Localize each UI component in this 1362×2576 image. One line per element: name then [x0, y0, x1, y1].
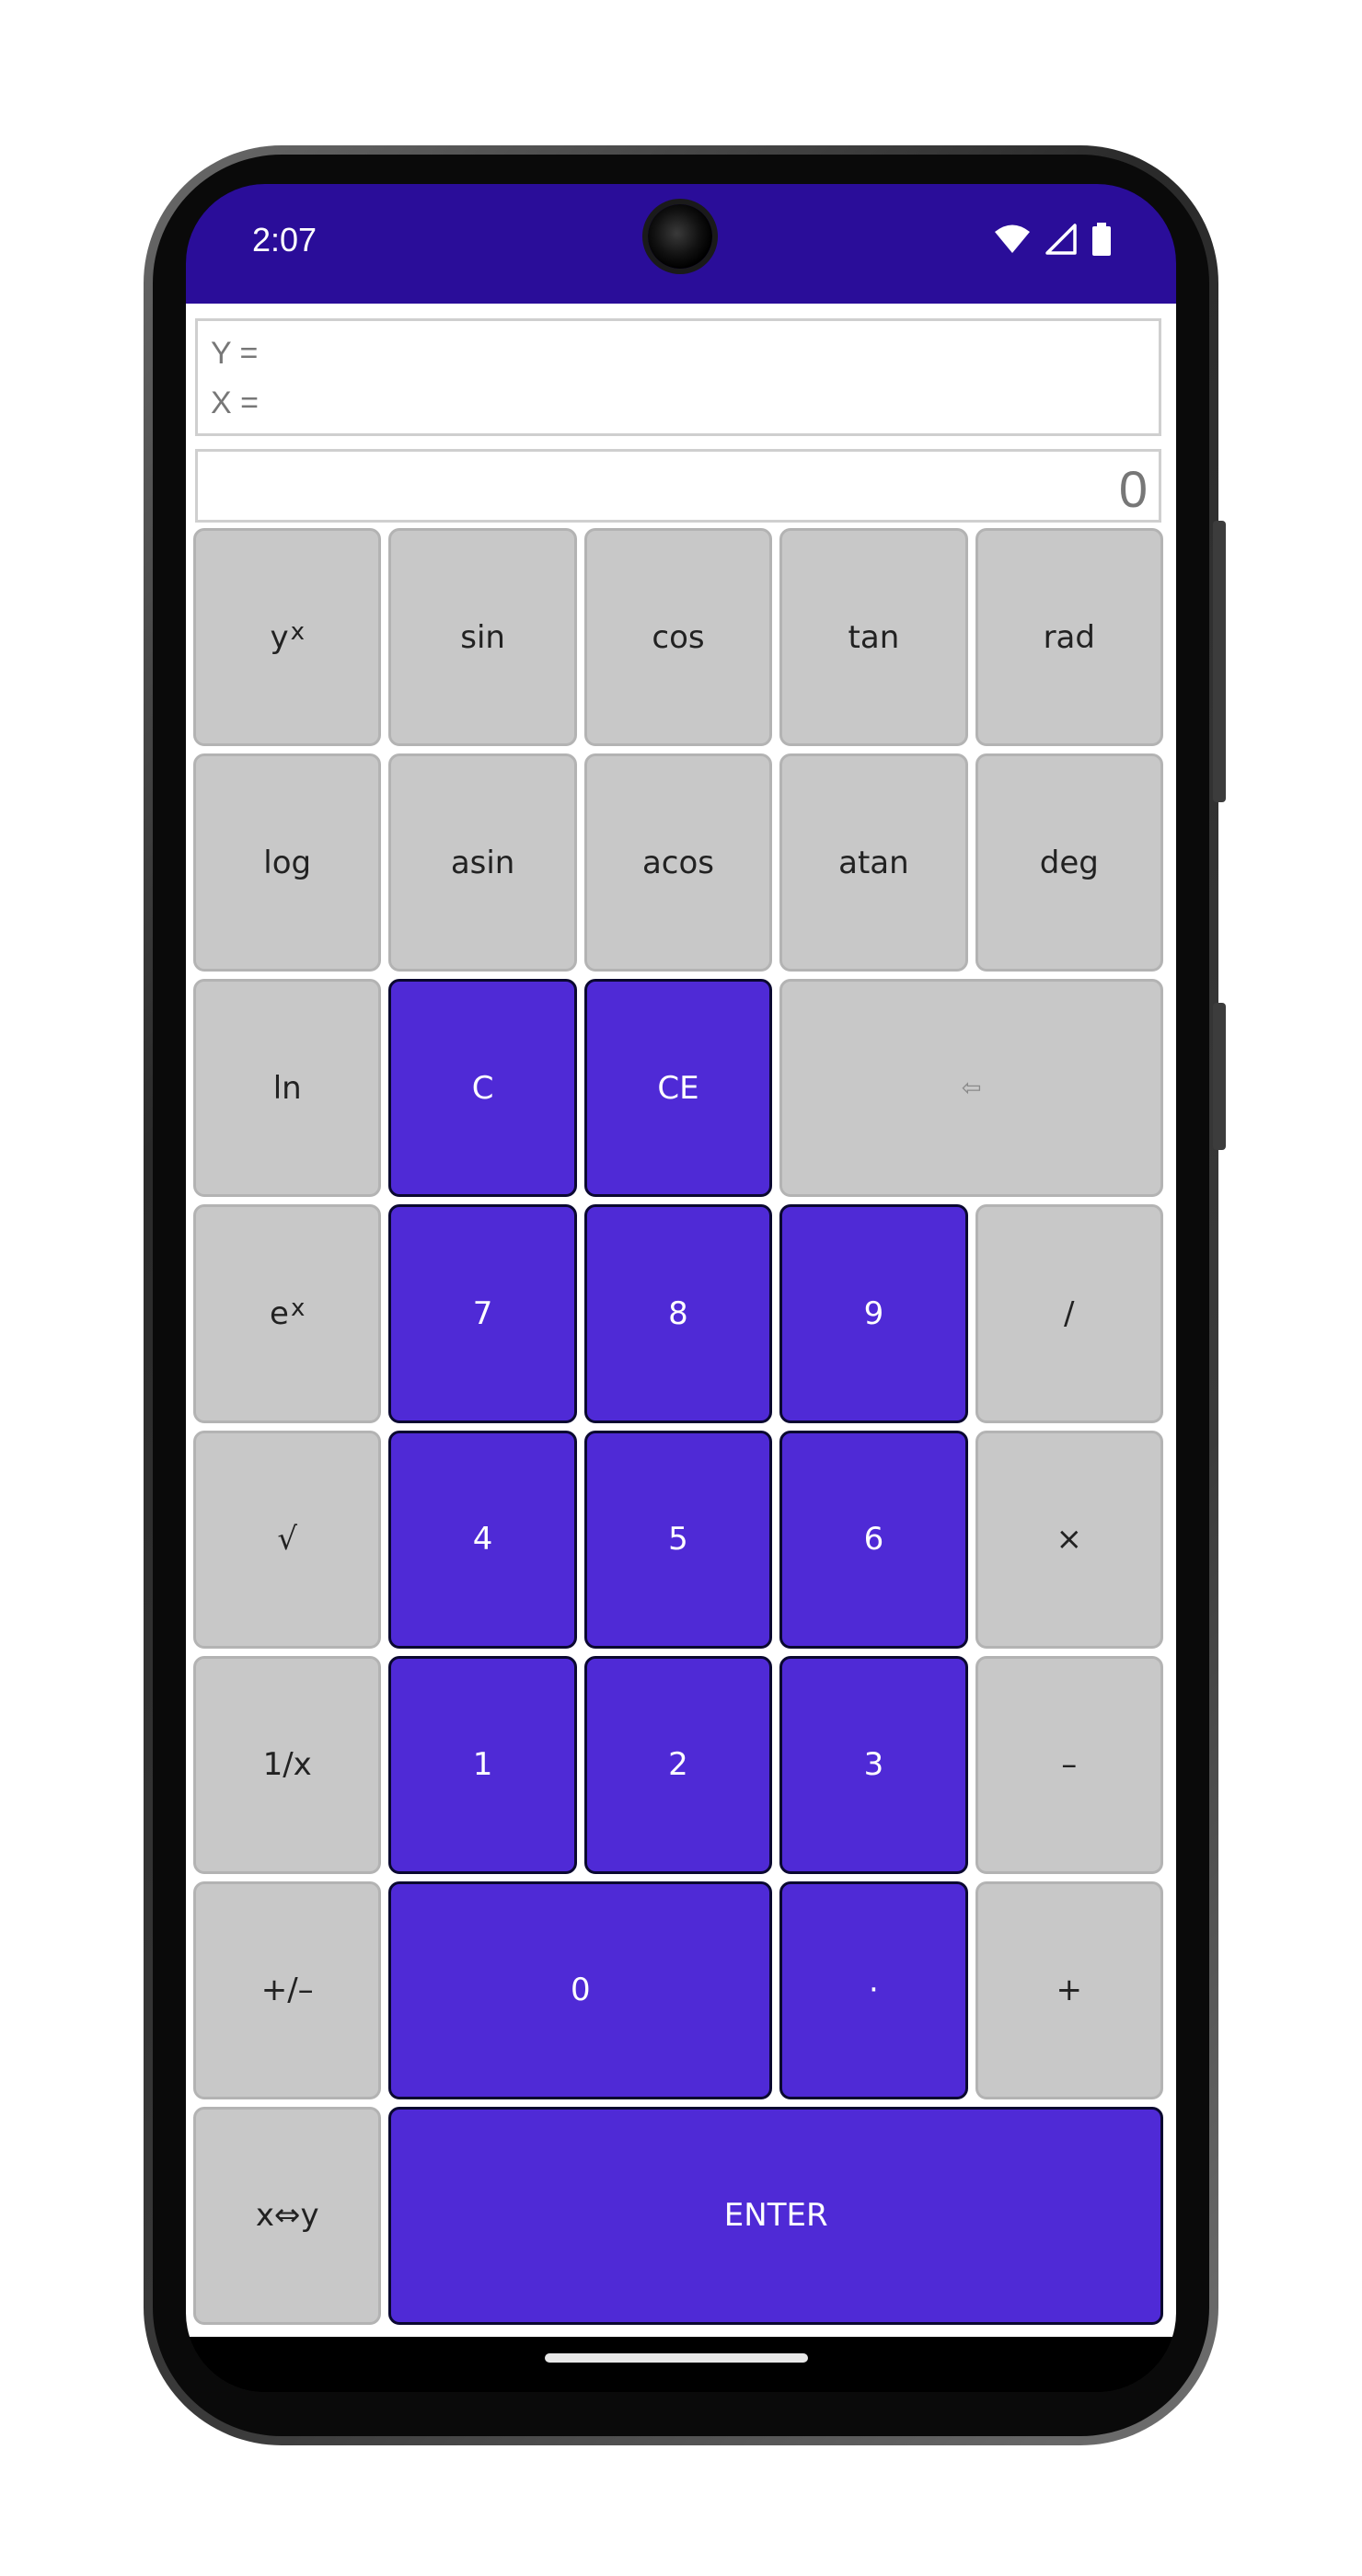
status-bar: 2:07 [186, 184, 1176, 304]
acos-button[interactable]: acos [583, 753, 773, 972]
asin-button[interactable]: asin [388, 753, 577, 972]
cellular-signal-icon [1045, 224, 1077, 259]
keypad: yx sin cos tan rad log asin acos atan de… [193, 528, 1163, 2325]
wifi-icon [994, 224, 1031, 259]
reciprocal-button[interactable]: 1/x [193, 1655, 382, 1874]
power-base-label: y [270, 618, 289, 656]
atan-button[interactable]: atan [779, 753, 968, 972]
status-icons [994, 223, 1112, 259]
rad-button[interactable]: rad [975, 528, 1163, 747]
stack-display: Y = X = [195, 318, 1161, 436]
sqrt-button[interactable]: √ [193, 1430, 382, 1649]
calculator-app: Y = X = 0 yx sin cos tan rad log asin ac… [186, 304, 1176, 2337]
stack-y-label: Y = [211, 336, 259, 371]
clear-entry-button[interactable]: CE [583, 979, 773, 1198]
decimal-button[interactable]: · [779, 1880, 968, 2099]
digit-4-button[interactable]: 4 [388, 1430, 577, 1649]
deg-button[interactable]: deg [975, 753, 1163, 972]
log-button[interactable]: log [193, 753, 382, 972]
plus-button[interactable]: + [975, 1880, 1163, 2099]
digit-9-button[interactable]: 9 [779, 1204, 968, 1423]
digit-3-button[interactable]: 3 [779, 1655, 968, 1874]
battery-icon [1091, 223, 1112, 259]
digit-5-button[interactable]: 5 [583, 1430, 773, 1649]
cos-button[interactable]: cos [583, 528, 773, 747]
exp-exponent-label: x [290, 1294, 306, 1322]
enter-button[interactable]: ENTER [388, 2106, 1163, 2325]
digit-7-button[interactable]: 7 [388, 1204, 577, 1423]
digit-1-button[interactable]: 1 [388, 1655, 577, 1874]
clear-button[interactable]: C [388, 979, 577, 1198]
exp-button[interactable]: ex [193, 1204, 382, 1423]
phone-screen: 2:07 Y = X = 0 yx sin cos tan rad log as… [186, 184, 1176, 2392]
front-camera [648, 204, 712, 269]
divide-button[interactable]: / [975, 1204, 1163, 1423]
power-button [1213, 1003, 1226, 1150]
power-exponent-label: x [290, 617, 305, 646]
power-button-key[interactable]: yx [193, 528, 382, 747]
tan-button[interactable]: tan [779, 528, 968, 747]
multiply-button[interactable]: × [975, 1430, 1163, 1649]
minus-button[interactable]: – [975, 1655, 1163, 1874]
stack-x-label: X = [211, 385, 259, 420]
navigation-bar [186, 2337, 1176, 2392]
backspace-button[interactable]: ⇦ [779, 979, 1163, 1198]
exp-base-label: e [270, 1294, 289, 1332]
status-time: 2:07 [252, 221, 317, 259]
digit-0-button[interactable]: 0 [388, 1880, 773, 2099]
negate-button[interactable]: +/– [193, 1880, 382, 2099]
display-value: 0 [1118, 460, 1148, 518]
digit-6-button[interactable]: 6 [779, 1430, 968, 1649]
sin-button[interactable]: sin [388, 528, 577, 747]
ln-button[interactable]: ln [193, 979, 382, 1198]
swap-xy-button[interactable]: x⇔y [193, 2106, 382, 2325]
digit-8-button[interactable]: 8 [583, 1204, 773, 1423]
main-display[interactable]: 0 [195, 449, 1161, 523]
home-gesture-handle[interactable] [545, 2353, 808, 2363]
volume-button [1213, 521, 1226, 802]
backspace-icon: ⇦ [961, 1074, 982, 1102]
digit-2-button[interactable]: 2 [583, 1655, 773, 1874]
